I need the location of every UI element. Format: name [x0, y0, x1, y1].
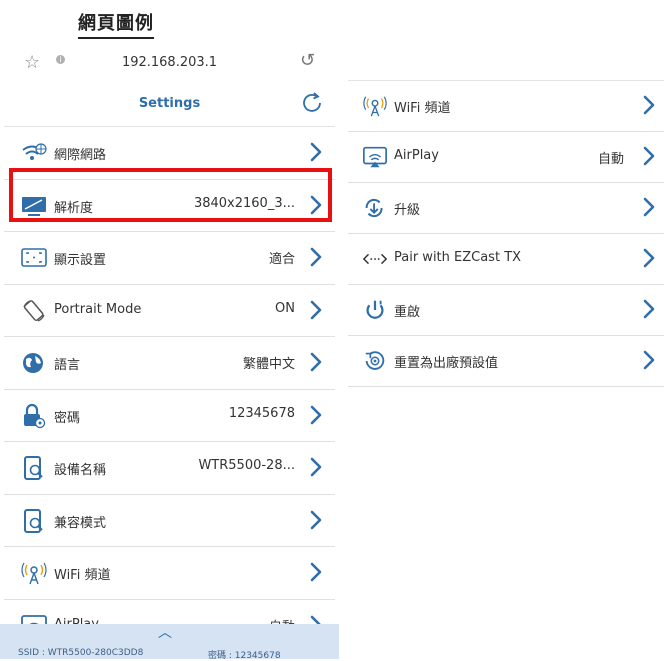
settings-label: 設備名稱	[54, 463, 107, 478]
ssid-text: SSID : WTR5500-280C3DD8	[18, 648, 144, 658]
settings-label: Portrait Mode	[54, 301, 142, 317]
page-heading-text: 網頁圖例	[78, 13, 154, 34]
power-icon	[362, 297, 388, 323]
page-heading: 網頁圖例	[78, 9, 154, 39]
screen-fit-icon	[20, 245, 48, 271]
settings-value: ON	[275, 300, 295, 316]
right-panel-label: WiFi 頻道	[394, 101, 451, 116]
factory-reset-icon	[362, 348, 388, 374]
refresh-icon[interactable]	[299, 90, 325, 116]
wifi-channel-icon	[20, 560, 48, 586]
chevron-right-icon[interactable]	[309, 297, 323, 323]
settings-value: 12345678	[228, 405, 295, 421]
chevron-right-icon[interactable]	[642, 296, 656, 322]
lock-icon	[20, 403, 48, 429]
settings-header: Settings	[4, 86, 335, 127]
chevron-right-icon[interactable]	[642, 143, 656, 169]
right-panel-label: AirPlay	[394, 148, 439, 163]
settings-row-item-8[interactable]: 兼容模式	[4, 495, 335, 547]
settings-row-item-6[interactable]: 密碼 12345678	[4, 390, 335, 442]
chevron-right-icon[interactable]	[309, 244, 323, 270]
browser-url-bar: ☆ i 192.168.203.1 ↺	[4, 40, 335, 86]
rotate-screen-icon	[20, 298, 48, 324]
settings-row-item-4[interactable]: Portrait Mode ON	[4, 285, 335, 337]
settings-label: 密碼	[54, 410, 81, 426]
url-text[interactable]: 192.168.203.1	[4, 55, 335, 70]
highlight-box	[9, 168, 332, 222]
ssid-footer: ︿ SSID : WTR5500-280C3DD8 密碼 : 12345678	[0, 622, 339, 661]
settings-title: Settings	[138, 96, 201, 111]
pair-icon	[362, 246, 388, 272]
right-panel-row-item-4[interactable]: Pair with EZCast TX	[348, 234, 664, 285]
settings-value: 適合	[268, 252, 295, 267]
right-panel-label: 升級	[394, 203, 421, 218]
right-panel-label: 重置為出廠預設值	[394, 356, 499, 371]
chevron-right-icon[interactable]	[309, 507, 323, 533]
chevron-right-icon[interactable]	[309, 349, 323, 375]
settings-row-item-3[interactable]: 顯示設置 適合	[4, 232, 335, 285]
right-panel-row-item-5[interactable]: 重啟	[348, 285, 664, 336]
browser-reload-icon[interactable]: ↺	[300, 50, 315, 71]
right-panel-label: Pair with EZCast TX	[394, 250, 522, 265]
airplay-icon	[362, 144, 388, 170]
right-panel-value: 自動	[597, 152, 624, 167]
settings-row-item-7[interactable]: 設備名稱 WTR5500-28...	[4, 442, 335, 495]
wifi-globe-icon	[20, 140, 48, 166]
device-edit-icon	[20, 455, 48, 481]
chevron-right-icon[interactable]	[309, 454, 323, 480]
chevron-right-icon[interactable]	[642, 347, 656, 373]
settings-label: 兼容模式	[54, 515, 107, 531]
password-text: 密碼 : 12345678	[208, 651, 281, 661]
settings-list-continued: WiFi 頻道 AirPlay 自動升級 Pair with EZCast TX 重啟重…	[348, 80, 664, 406]
globe-icon	[20, 350, 48, 376]
upgrade-icon	[362, 195, 388, 221]
settings-label: 網際網路	[54, 148, 107, 163]
chevron-right-icon[interactable]	[642, 245, 656, 271]
chevron-right-icon[interactable]	[642, 194, 656, 220]
right-panel-row-item-6[interactable]: 重置為出廠預設值	[348, 336, 664, 387]
right-panel-row-item-1[interactable]: WiFi 頻道	[348, 81, 664, 132]
settings-value: 繁體中文	[242, 357, 295, 372]
chevron-right-icon[interactable]	[309, 402, 323, 428]
settings-row-item-5[interactable]: 語言 繁體中文	[4, 337, 335, 390]
chevron-right-icon[interactable]	[309, 139, 323, 165]
settings-label: WiFi 頻道	[54, 568, 111, 583]
settings-label: 語言	[54, 358, 81, 373]
heading-underline	[78, 37, 154, 39]
right-panel-row-item-2[interactable]: AirPlay 自動	[348, 132, 664, 183]
right-panel-label: 重啟	[394, 305, 421, 320]
right-panel-row-item-3[interactable]: 升級	[348, 183, 664, 234]
device-edit-icon	[20, 508, 48, 534]
chevron-right-icon[interactable]	[309, 559, 323, 585]
phone-screen: ☆ i 192.168.203.1 ↺ Settings 網際網路 解析度 3840…	[4, 40, 335, 659]
settings-label: 顯示設置	[54, 253, 107, 268]
settings-value: WTR5500-28...	[198, 458, 295, 473]
wifi-channel-icon	[362, 93, 388, 119]
settings-row-item-9[interactable]: WiFi 頻道	[4, 547, 335, 600]
chevron-right-icon[interactable]	[642, 92, 656, 118]
chevron-up-icon[interactable]: ︿	[158, 622, 172, 642]
